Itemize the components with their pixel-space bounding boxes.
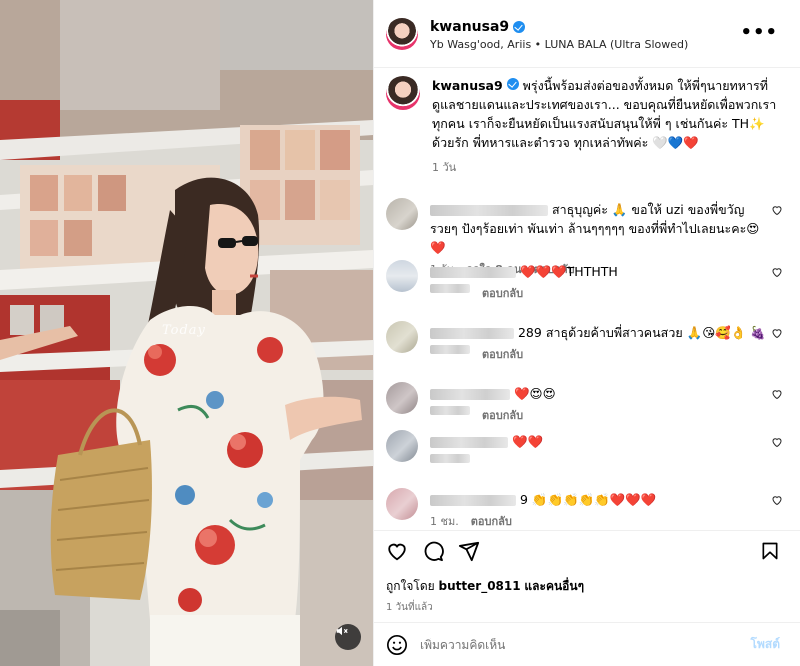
caption-time: 1 วัน bbox=[432, 161, 457, 174]
mute-button[interactable] bbox=[335, 624, 361, 650]
comment-text: ❤️❤️ bbox=[511, 434, 544, 449]
like-comment-heart-icon[interactable] bbox=[771, 204, 783, 216]
post-timestamp[interactable]: 1 วันที่แล้ว bbox=[386, 600, 788, 615]
blurred-username[interactable] bbox=[430, 205, 548, 216]
username-text[interactable]: kwanusa9 bbox=[430, 19, 509, 35]
post-comment-button[interactable]: โพสต์ bbox=[751, 635, 780, 654]
blurred-time bbox=[430, 454, 470, 463]
caption-author-avatar[interactable] bbox=[386, 76, 420, 110]
comment-meta: ตอบกลับ bbox=[430, 406, 770, 425]
comment-bubble-icon[interactable] bbox=[422, 540, 444, 562]
post-modal: Today kwanusa9 Yb Wasg'ood, Ariis • LUNA… bbox=[0, 0, 800, 666]
save-bookmark-icon[interactable] bbox=[760, 541, 780, 561]
comment-text: ❤️❤️❤️THTHTH bbox=[519, 264, 618, 279]
like-comment-heart-icon[interactable] bbox=[771, 436, 783, 448]
comment-meta: ตอบกลับ bbox=[430, 345, 770, 364]
action-icons bbox=[386, 539, 788, 563]
caption-verified-badge-icon bbox=[506, 78, 519, 90]
comment-avatar[interactable] bbox=[386, 430, 418, 462]
comment-meta: 1 ชม. ตอบกลับ bbox=[430, 512, 770, 530]
like-comment-heart-icon[interactable] bbox=[771, 327, 783, 339]
comment-body: 9 👏👏👏👏👏❤️❤️❤️ 1 ชม. ตอบกลับ bbox=[430, 490, 770, 530]
blurred-username[interactable] bbox=[430, 389, 510, 400]
comment-time: 1 ชม. bbox=[430, 515, 459, 528]
more-options-button[interactable]: ••• bbox=[740, 22, 778, 43]
like-comment-heart-icon[interactable] bbox=[771, 266, 783, 278]
comment-body: ❤️❤️❤️THTHTH ตอบกลับ bbox=[430, 262, 770, 303]
comment-composer: โพสต์ bbox=[374, 622, 800, 666]
comment-avatar[interactable] bbox=[386, 198, 418, 230]
blurred-username[interactable] bbox=[430, 328, 514, 339]
comment-avatar[interactable] bbox=[386, 321, 418, 353]
post-video[interactable]: Today bbox=[0, 0, 373, 666]
post-side-panel: kwanusa9 Yb Wasg'ood, Ariis • LUNA BALA … bbox=[373, 0, 800, 666]
comment-meta: ตอบกลับ bbox=[430, 284, 770, 303]
verified-badge-icon bbox=[513, 21, 526, 33]
comment-avatar[interactable] bbox=[386, 382, 418, 414]
liked-by-user[interactable]: butter_0811 bbox=[439, 579, 521, 593]
comment-text: 9 👏👏👏👏👏❤️❤️❤️ bbox=[519, 492, 657, 507]
blurred-time bbox=[430, 284, 470, 293]
liked-by: ถูกใจโดย butter_0811 และคนอื่นๆ bbox=[386, 577, 788, 596]
comment-body: ❤️❤️ bbox=[430, 432, 770, 463]
author-avatar[interactable] bbox=[386, 17, 418, 50]
caption-body: kwanusa9 พรุ่งนี้พร้อมส่งต่อของทั้งหมด ใ… bbox=[432, 76, 788, 177]
post-actions: ถูกใจโดย butter_0811 และคนอื่นๆ 1 วันที่… bbox=[374, 530, 800, 622]
author-info: kwanusa9 Yb Wasg'ood, Ariis • LUNA BALA … bbox=[430, 16, 688, 51]
video-watermark: Today bbox=[162, 323, 206, 338]
share-send-icon[interactable] bbox=[458, 540, 480, 562]
speaker-muted-icon bbox=[336, 626, 348, 636]
reply-button[interactable]: ตอบกลับ bbox=[482, 345, 523, 364]
blurred-time bbox=[430, 345, 470, 354]
comment-input[interactable] bbox=[420, 637, 720, 652]
comment-meta bbox=[430, 454, 770, 463]
emoji-picker-icon[interactable] bbox=[386, 634, 408, 656]
comment-body: ❤️😍😍 ตอบกลับ bbox=[430, 384, 770, 425]
comments-section[interactable]: kwanusa9 พรุ่งนี้พร้อมส่งต่อของทั้งหมด ใ… bbox=[374, 68, 800, 530]
comment-text: 289 สาธุด้วยค้าบพี่สาวคนสวย 🙏😘🥰👌 🍇 bbox=[517, 325, 766, 340]
reply-button[interactable]: ตอบกลับ bbox=[482, 406, 523, 425]
blurred-username[interactable] bbox=[430, 495, 516, 506]
comment-avatar[interactable] bbox=[386, 260, 418, 292]
like-comment-heart-icon[interactable] bbox=[771, 494, 783, 506]
liked-by-others[interactable]: และคนอื่นๆ bbox=[524, 579, 584, 593]
blurred-username[interactable] bbox=[430, 437, 508, 448]
like-heart-icon[interactable] bbox=[386, 540, 408, 562]
reply-button[interactable]: ตอบกลับ bbox=[482, 284, 523, 303]
blurred-username[interactable] bbox=[430, 267, 516, 278]
reply-button[interactable]: ตอบกลับ bbox=[471, 512, 512, 530]
comment-body: 289 สาธุด้วยค้าบพี่สาวคนสวย 🙏😘🥰👌 🍇 ตอบกล… bbox=[430, 323, 770, 364]
caption-username[interactable]: kwanusa9 bbox=[432, 78, 503, 93]
blurred-time bbox=[430, 406, 470, 415]
comment-text: ❤️😍😍 bbox=[513, 386, 556, 401]
like-comment-heart-icon[interactable] bbox=[771, 388, 783, 400]
post-header: kwanusa9 Yb Wasg'ood, Ariis • LUNA BALA … bbox=[374, 0, 800, 68]
audio-track[interactable]: Yb Wasg'ood, Ariis • LUNA BALA (Ultra Sl… bbox=[430, 38, 688, 51]
post-caption: kwanusa9 พรุ่งนี้พร้อมส่งต่อของทั้งหมด ใ… bbox=[374, 68, 800, 177]
author-username[interactable]: kwanusa9 bbox=[430, 19, 526, 35]
liked-by-prefix: ถูกใจโดย bbox=[386, 579, 435, 593]
comment-avatar[interactable] bbox=[386, 488, 418, 520]
